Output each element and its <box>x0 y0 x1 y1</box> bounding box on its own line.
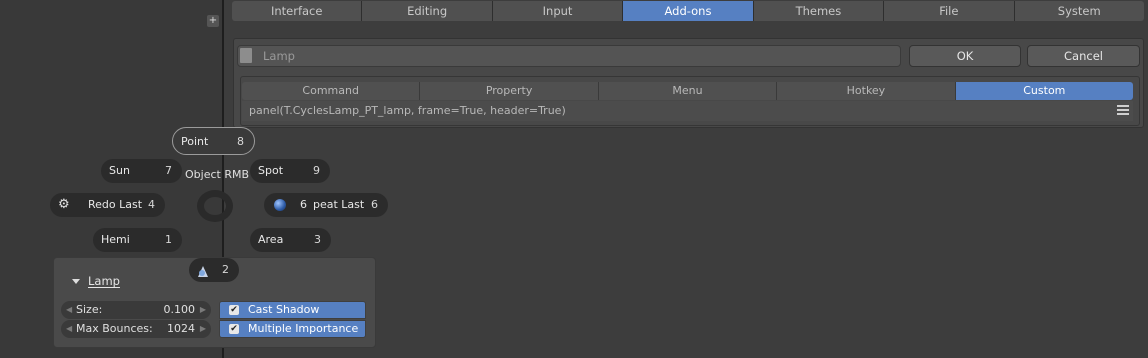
pie-item-point[interactable]: Point 8 <box>172 127 255 155</box>
pie-center-ring <box>197 190 233 222</box>
max-bounces-field[interactable]: ◀ Max Bounces: 1024 ▶ <box>61 320 211 338</box>
max-bounces-label: Max Bounces: <box>76 322 153 335</box>
tab-file[interactable]: File <box>884 1 1015 21</box>
checkbox-checked-icon[interactable]: ✔ <box>229 324 239 334</box>
pie-item-hotkey: 2 <box>222 263 229 276</box>
pie-item-spot[interactable]: Spot 9 <box>250 159 330 183</box>
pie-item-hotkey: 8 <box>237 135 244 148</box>
gear-icon: ⚙ <box>58 197 70 212</box>
tab-editing[interactable]: Editing <box>362 1 493 21</box>
subtab-menu[interactable]: Menu <box>598 82 778 100</box>
pie-item-label: Hemi <box>101 233 130 246</box>
size-field[interactable]: ◀ Size: 0.100 ▶ <box>61 301 211 319</box>
pie-item-area[interactable]: Area 3 <box>250 228 331 252</box>
pie-item-prefix: 6 <box>300 198 307 211</box>
pie-item-hotkey: 4 <box>148 198 155 211</box>
tab-interface[interactable]: Interface <box>232 1 363 21</box>
subtab-hotkey[interactable]: Hotkey <box>777 82 956 100</box>
size-value: 0.100 <box>163 303 196 316</box>
ok-button[interactable]: OK <box>909 45 1021 67</box>
decrement-arrow-icon[interactable]: ◀ <box>66 320 72 338</box>
cast-shadow-label: Cast Shadow <box>248 303 320 316</box>
item-name-value[interactable]: Lamp <box>263 45 295 67</box>
lamp-panel-title[interactable]: Lamp <box>88 274 120 288</box>
pie-menu-title: Object RMB <box>185 168 250 181</box>
add-icon[interactable]: + <box>207 15 219 27</box>
tab-themes[interactable]: Themes <box>753 1 885 21</box>
size-label: Size: <box>76 303 103 316</box>
pie-item-hotkey: 3 <box>314 233 321 246</box>
item-type-tabs: Command Property Menu Hotkey Custom <box>242 82 1134 100</box>
decrement-arrow-icon[interactable]: ◀ <box>66 301 72 319</box>
cast-shadow-toggle[interactable]: ✔ Cast Shadow <box>219 301 366 319</box>
pie-item-hotkey: 7 <box>165 164 172 177</box>
pie-item-label: Area <box>258 233 284 246</box>
pie-item-hemi[interactable]: Hemi 1 <box>93 228 182 252</box>
tab-input[interactable]: Input <box>492 1 624 21</box>
pie-item-label: Point <box>181 135 209 148</box>
subtab-property[interactable]: Property <box>420 82 599 100</box>
tab-add-ons[interactable]: Add-ons <box>623 1 754 21</box>
custom-code-text[interactable]: panel(T.CyclesLamp_PT_lamp, frame=True, … <box>249 101 566 121</box>
pie-item-label: peat Last <box>313 198 365 211</box>
preferences-tabs: Interface Editing Input Add-ons Themes F… <box>232 1 1144 21</box>
pie-item-hotkey: 1 <box>165 233 172 246</box>
document-icon <box>240 48 252 63</box>
lamp-icon <box>196 263 210 277</box>
pie-item-sun[interactable]: Sun 7 <box>101 159 182 183</box>
pie-item-label: Spot <box>258 164 284 177</box>
pie-item-hotkey: 9 <box>313 164 320 177</box>
tab-system[interactable]: System <box>1014 1 1144 21</box>
increment-arrow-icon[interactable]: ▶ <box>200 301 206 319</box>
increment-arrow-icon[interactable]: ▶ <box>200 320 206 338</box>
subtab-custom[interactable]: Custom <box>955 82 1134 100</box>
item-name-field[interactable] <box>237 45 901 67</box>
subtab-command[interactable]: Command <box>242 82 421 100</box>
cancel-button[interactable]: Cancel <box>1027 45 1140 67</box>
panel-collapse-arrow-icon[interactable] <box>72 279 80 284</box>
multiple-importance-label: Multiple Importance <box>248 322 359 335</box>
sphere-icon <box>274 199 286 211</box>
pie-item-label: Redo Last <box>88 198 143 211</box>
pie-item-bottom[interactable]: 2 <box>189 258 239 282</box>
pie-item-repeat-last[interactable]: 6 peat Last 6 <box>264 193 388 217</box>
menu-icon[interactable] <box>1117 105 1129 116</box>
pie-item-redo-last[interactable]: ⚙ Redo Last 4 <box>50 193 165 217</box>
pie-item-hotkey: 6 <box>371 198 378 211</box>
max-bounces-value: 1024 <box>167 322 195 335</box>
pie-item-label: Sun <box>109 164 130 177</box>
multiple-importance-toggle[interactable]: ✔ Multiple Importance <box>219 320 366 338</box>
checkbox-checked-icon[interactable]: ✔ <box>229 305 239 315</box>
